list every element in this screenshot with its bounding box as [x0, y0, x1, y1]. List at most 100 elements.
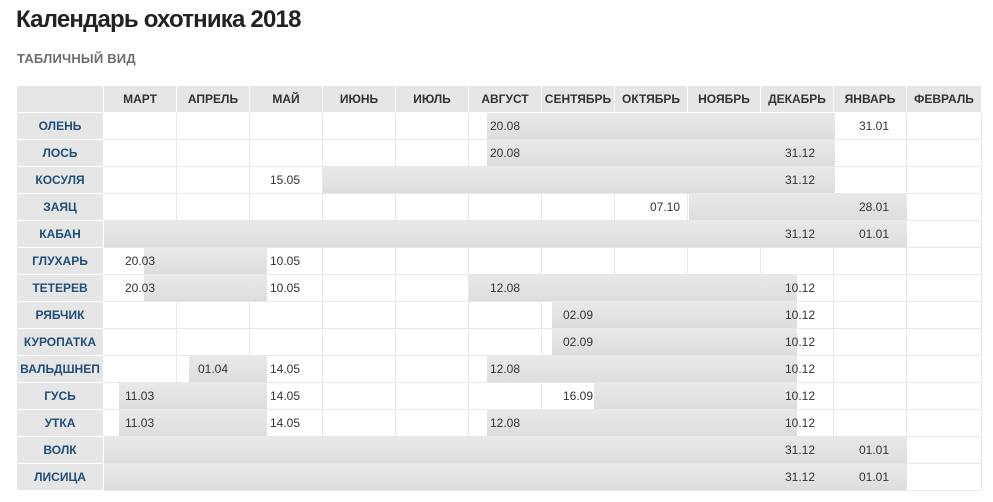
season-date-extra: 01.01	[859, 470, 890, 484]
season-date-open: 11.03	[125, 389, 155, 403]
month-header: ДЕКАБРЬ	[761, 86, 834, 113]
calendar-cell	[104, 113, 177, 140]
calendar-cell	[907, 221, 982, 248]
animal-label: ГУСЬ	[17, 383, 104, 410]
season-date-open2: 12.08	[490, 281, 521, 295]
calendar-cell	[761, 248, 834, 275]
season-date-open: 15.05	[270, 173, 301, 187]
season-band	[594, 383, 797, 409]
calendar-cell	[834, 167, 907, 194]
calendar-cell	[396, 248, 469, 275]
season-date-open: 01.04	[198, 362, 229, 376]
calendar-cell	[177, 194, 250, 221]
calendar-cell	[250, 113, 323, 140]
page-title: Календарь охотника 2018	[16, 6, 301, 33]
season-band	[487, 356, 797, 382]
season-date-close: 10.12	[785, 335, 816, 349]
calendar-cell	[907, 464, 982, 491]
month-header: СЕНТЯБРЬ	[542, 86, 615, 113]
month-header: ОКТЯБРЬ	[615, 86, 688, 113]
season-date-extra: 01.01	[859, 227, 890, 241]
season-band	[487, 410, 797, 436]
calendar-cell	[907, 167, 982, 194]
season-date-open: 20.08	[490, 146, 521, 160]
view-label: ТАБЛИЧНЫЙ ВИД	[17, 51, 136, 66]
season-date-close2: 10.12	[785, 362, 816, 376]
calendar-cell	[177, 113, 250, 140]
calendar-cell	[907, 302, 982, 329]
month-header: ИЮНЬ	[323, 86, 396, 113]
calendar-cell	[323, 356, 396, 383]
season-date-open: 07.10	[650, 200, 681, 214]
animal-label: КУРОПАТКА	[17, 329, 104, 356]
animal-label: КАБАН	[17, 221, 104, 248]
season-date-close: 14.05	[270, 389, 301, 403]
month-header: МАЙ	[250, 86, 323, 113]
season-date-open2: 12.08	[490, 416, 521, 430]
calendar-cell	[177, 140, 250, 167]
animal-label: ОЛЕНЬ	[17, 113, 104, 140]
calendar-cell	[396, 383, 469, 410]
animal-label: РЯБЧИК	[17, 302, 104, 329]
calendar-cell	[323, 383, 396, 410]
calendar-cell	[323, 329, 396, 356]
calendar-cell	[250, 302, 323, 329]
animal-label: КОСУЛЯ	[17, 167, 104, 194]
calendar-cell	[323, 302, 396, 329]
season-band	[144, 275, 267, 301]
calendar-cell	[469, 248, 542, 275]
calendar-cell	[250, 329, 323, 356]
calendar-cell	[396, 275, 469, 302]
calendar-cell	[907, 140, 982, 167]
calendar-cell	[104, 194, 177, 221]
calendar-cell	[834, 410, 907, 437]
season-date-close: 14.05	[270, 362, 301, 376]
calendar-cell	[104, 140, 177, 167]
month-header: ИЮЛЬ	[396, 86, 469, 113]
calendar-cell	[396, 302, 469, 329]
calendar-cell	[177, 329, 250, 356]
season-date-open: 02.09	[563, 308, 594, 322]
calendar-cell	[834, 302, 907, 329]
season-date-close: 10.12	[785, 308, 816, 322]
calendar-cell	[907, 113, 982, 140]
season-date-open: 20.03	[125, 254, 156, 268]
animal-label: ЛИСИЦА	[17, 464, 104, 491]
season-date-close: 10.05	[270, 281, 301, 295]
season-band	[487, 113, 835, 139]
calendar-cell	[396, 410, 469, 437]
animal-label: ГЛУХАРЬ	[17, 248, 104, 275]
calendar-cell	[834, 383, 907, 410]
animal-label: ЛОСЬ	[17, 140, 104, 167]
calendar-cell	[396, 194, 469, 221]
season-date-close: 10.05	[270, 254, 301, 268]
season-date-close: 31.12	[785, 470, 816, 484]
calendar-cell	[323, 113, 396, 140]
calendar-cell	[469, 194, 542, 221]
season-date-extra: 01.01	[859, 443, 890, 457]
calendar-cell	[177, 167, 250, 194]
animal-label: ВАЛЬДШНЕП	[17, 356, 104, 383]
calendar-cell	[250, 140, 323, 167]
animal-label: ВОЛК	[17, 437, 104, 464]
season-date-open2: 12.08	[490, 362, 521, 376]
season-date-close: 31.12	[785, 173, 816, 187]
calendar-cell	[834, 140, 907, 167]
month-header: ФЕВРАЛЬ	[907, 86, 982, 113]
month-header: АВГУСТ	[469, 86, 542, 113]
calendar-cell	[542, 194, 615, 221]
calendar-cell	[396, 329, 469, 356]
season-band	[689, 194, 835, 220]
season-date-close: 31.12	[785, 146, 816, 160]
calendar-cell	[834, 248, 907, 275]
month-header: ЯНВАРЬ	[834, 86, 907, 113]
calendar-cell	[907, 437, 982, 464]
calendar-cell	[834, 356, 907, 383]
calendar-cell	[323, 410, 396, 437]
calendar-cell	[907, 356, 982, 383]
animal-label: УТКА	[17, 410, 104, 437]
season-date-open: 11.03	[125, 416, 155, 430]
season-date-close: 31.12	[785, 443, 816, 457]
season-date-close2: 10.12	[785, 389, 816, 403]
calendar-cell	[104, 329, 177, 356]
